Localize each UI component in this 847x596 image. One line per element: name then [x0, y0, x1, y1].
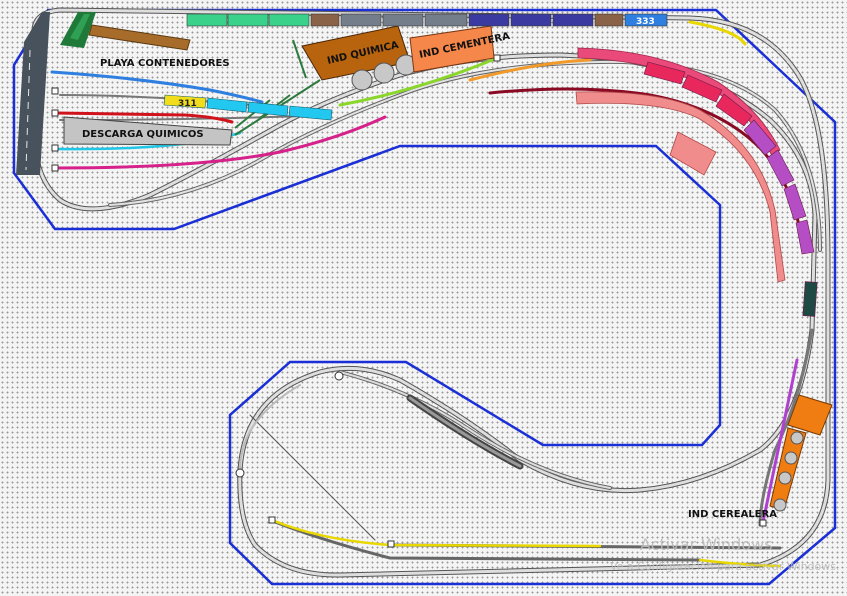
brown-platform	[88, 24, 191, 51]
buffer-stop	[387, 540, 395, 548]
wagon	[766, 149, 795, 187]
silo	[784, 451, 798, 465]
label-loco-333: 333	[636, 17, 655, 27]
buffer-stop	[51, 164, 59, 172]
wagon	[268, 13, 310, 27]
wagon	[510, 13, 552, 27]
buffer-stop	[268, 516, 276, 524]
buffer-stop	[759, 519, 767, 527]
buffer-stop	[235, 468, 245, 478]
silo	[373, 62, 395, 84]
buffer-stop	[334, 371, 344, 381]
wagon	[552, 13, 594, 27]
wagon	[340, 13, 382, 27]
wagon	[310, 13, 340, 27]
layout-canvas: PLAYA CONTENEDORES DESCARGA QUIMICOS IND…	[0, 0, 847, 592]
wagon	[382, 13, 424, 27]
buffer-stop	[51, 109, 59, 117]
wagon	[594, 13, 624, 27]
label-playa-contenedores: PLAYA CONTENEDORES	[100, 58, 230, 69]
wagon	[468, 13, 510, 27]
ind-cerealera-building	[769, 394, 833, 512]
wagon	[186, 13, 228, 27]
wagon	[783, 183, 807, 221]
wagon	[424, 13, 468, 27]
label-ind-cerealera: IND CEREALERA	[688, 509, 777, 520]
left-road-strip	[16, 12, 50, 175]
label-loco-311: 311	[178, 99, 197, 109]
silo	[790, 431, 804, 445]
buffer-stop	[51, 87, 59, 95]
silo	[351, 69, 373, 91]
wagon	[227, 13, 269, 27]
silo	[778, 471, 792, 485]
buffer-stop	[51, 144, 59, 152]
label-descarga-quimicos: DESCARGA QUIMICOS	[82, 129, 204, 140]
locomotive-dark	[802, 281, 818, 317]
watermark-line1: Activar Windows	[640, 535, 773, 554]
wagon	[795, 219, 815, 255]
track-yellow-bottom	[270, 518, 602, 548]
wagon	[206, 97, 248, 113]
platform-block	[669, 131, 717, 176]
top-train	[186, 13, 668, 27]
watermark-line2: Ve a Configuración para activar Windows.	[610, 560, 840, 573]
buffer-stop	[493, 54, 501, 62]
